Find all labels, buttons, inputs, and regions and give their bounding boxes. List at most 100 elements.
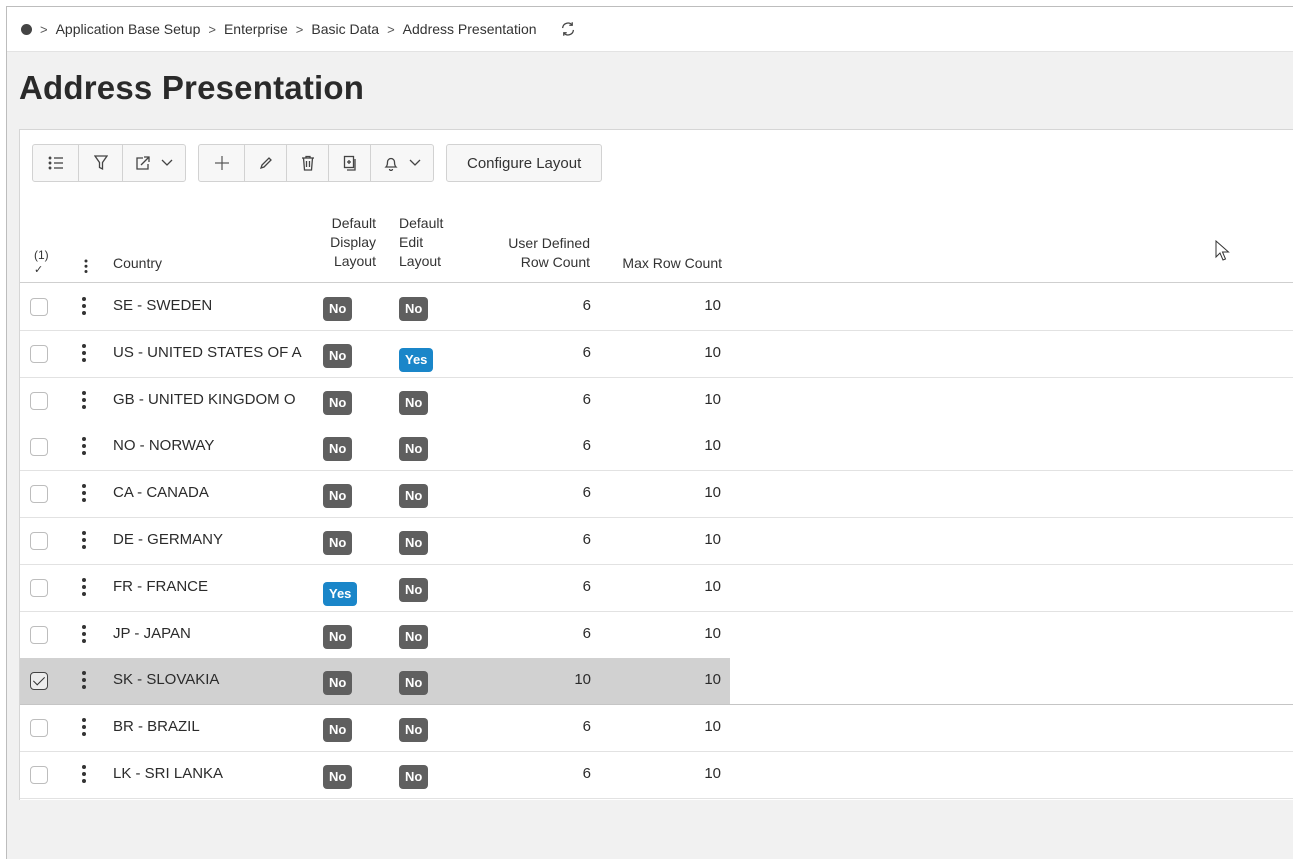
toolbar: Configure Layout <box>32 144 603 182</box>
toolbar-group-actions <box>198 144 434 182</box>
user-defined-row-count-cell: 6 <box>582 531 591 548</box>
row-kebab-icon[interactable] <box>82 718 86 738</box>
default-display-layout-badge: No <box>323 297 353 321</box>
row-checkbox[interactable] <box>30 438 48 457</box>
column-header-max-row-count[interactable]: Max Row Count <box>604 254 722 273</box>
column-header-default-edit-layout[interactable]: Default Edit Layout <box>399 214 443 271</box>
row-checkbox[interactable] <box>30 719 48 738</box>
user-defined-row-count-cell: 6 <box>582 765 591 782</box>
add-button[interactable] <box>199 145 245 181</box>
breadcrumb-item-basic-data[interactable]: Basic Data <box>311 21 379 37</box>
row-kebab-icon[interactable] <box>82 343 86 364</box>
default-edit-layout-badge: No <box>399 577 429 602</box>
user-defined-row-count-cell: 6 <box>582 390 591 408</box>
row-checkbox[interactable] <box>30 578 48 597</box>
table-row[interactable]: SE - SWEDEN No No 6 10 <box>20 284 1293 331</box>
user-defined-row-count-cell: 6 <box>582 577 591 595</box>
row-kebab-icon[interactable] <box>82 671 86 691</box>
table-row[interactable]: DE - GERMANY No No 6 10 <box>20 518 1293 565</box>
max-row-count-cell: 10 <box>704 343 721 361</box>
list-view-button[interactable] <box>33 145 79 181</box>
country-cell: BR - BRAZIL <box>113 718 200 736</box>
default-display-layout-badge: Yes <box>323 581 358 606</box>
configure-layout-button[interactable]: Configure Layout <box>446 144 603 182</box>
row-kebab-icon[interactable] <box>82 531 86 551</box>
default-edit-layout-badge: No <box>399 671 429 696</box>
breadcrumb-item-enterprise[interactable]: Enterprise <box>224 21 288 37</box>
row-checkbox[interactable] <box>30 672 48 691</box>
row-checkbox[interactable] <box>30 766 48 784</box>
column-header-default-display-layout[interactable]: Default Display Layout <box>310 214 376 271</box>
default-display-layout-badge: No <box>323 671 353 696</box>
row-kebab-icon[interactable] <box>82 297 86 317</box>
table-row[interactable]: BR - BRAZIL No No 6 10 <box>20 705 1293 753</box>
default-edit-layout-badge: No <box>399 297 429 321</box>
row-kebab-icon[interactable] <box>82 765 86 785</box>
table-row[interactable]: LK - SRI LANKA No No 6 10 <box>20 752 1293 799</box>
default-display-layout-badge: No <box>323 765 353 789</box>
toolbar-group-view <box>32 144 186 182</box>
refresh-icon[interactable] <box>559 20 577 38</box>
row-kebab-icon[interactable] <box>82 390 86 411</box>
chevron-right-icon: > <box>208 21 216 37</box>
country-cell: SE - SWEDEN <box>113 297 213 314</box>
row-kebab-icon[interactable] <box>82 484 86 504</box>
default-edit-layout-badge: No <box>399 484 429 509</box>
column-header-user-defined-row-count[interactable]: User Defined Row Count <box>480 234 590 272</box>
user-defined-row-count-cell: 6 <box>582 484 591 502</box>
max-row-count-cell: 10 <box>704 671 721 689</box>
edit-button[interactable] <box>245 145 287 181</box>
max-row-count-cell: 10 <box>704 718 721 736</box>
max-row-count-cell: 10 <box>704 390 721 408</box>
country-cell: JP - JAPAN <box>113 624 191 642</box>
default-display-layout-badge: No <box>323 484 353 509</box>
duplicate-icon <box>343 155 356 171</box>
country-cell: NO - NORWAY <box>113 437 215 455</box>
duplicate-button[interactable] <box>329 145 371 181</box>
table-row[interactable]: SK - SLOVAKIA No No 10 10 <box>20 658 1293 706</box>
country-cell: DE - GERMANY <box>113 531 224 548</box>
row-checkbox[interactable] <box>30 344 48 363</box>
notifications-button[interactable] <box>371 145 433 181</box>
country-cell: US - UNITED STATES OF A <box>113 343 302 361</box>
table-panel: Configure Layout (1) ✓ Country Default D… <box>19 129 1293 800</box>
table-row[interactable]: NO - NORWAY No No 6 10 <box>20 424 1293 472</box>
header-kebab-icon[interactable] <box>84 259 88 275</box>
row-checkbox[interactable] <box>30 532 48 550</box>
table-row[interactable]: GB - UNITED KINGDOM O No No 6 10 <box>20 377 1293 425</box>
country-cell: CA - CANADA <box>113 484 209 502</box>
cursor-icon <box>1215 240 1230 261</box>
default-edit-layout-badge: No <box>399 531 429 555</box>
row-checkbox[interactable] <box>30 485 48 504</box>
row-kebab-icon[interactable] <box>82 437 86 457</box>
app-frame: > Application Base Setup > Enterprise > … <box>6 6 1293 859</box>
table-row[interactable]: FR - FRANCE Yes No 6 10 <box>20 564 1293 612</box>
max-row-count-cell: 10 <box>704 531 721 548</box>
default-display-layout-badge: No <box>323 624 353 649</box>
row-kebab-icon[interactable] <box>82 577 86 598</box>
delete-button[interactable] <box>287 145 329 181</box>
breadcrumb-item-application-base-setup[interactable]: Application Base Setup <box>56 21 201 37</box>
row-kebab-icon[interactable] <box>82 624 86 645</box>
default-display-layout-badge: No <box>323 437 353 462</box>
table-row[interactable]: US - UNITED STATES OF A No Yes 6 10 <box>20 330 1293 378</box>
table-header: (1) ✓ Country Default Display Layout Def… <box>20 198 1293 283</box>
default-display-layout-badge: No <box>323 718 353 743</box>
selected-count: (1) ✓ <box>34 248 49 276</box>
filter-icon <box>93 155 108 171</box>
default-edit-layout-badge: No <box>399 390 429 415</box>
table-row[interactable]: JP - JAPAN No No 6 10 <box>20 611 1293 659</box>
column-header-country[interactable]: Country <box>113 254 162 273</box>
home-icon[interactable] <box>21 23 32 35</box>
list-icon <box>48 156 63 170</box>
row-checkbox[interactable] <box>30 625 48 644</box>
table-row[interactable]: CA - CANADA No No 6 10 <box>20 471 1293 519</box>
max-row-count-cell: 10 <box>704 484 721 502</box>
default-edit-layout-badge: No <box>399 437 429 462</box>
notification-icon <box>384 157 398 171</box>
row-checkbox[interactable] <box>30 391 48 410</box>
row-checkbox[interactable] <box>30 298 48 316</box>
export-button[interactable] <box>123 145 185 181</box>
filter-button[interactable] <box>79 145 123 181</box>
page-title: Address Presentation <box>19 69 365 106</box>
